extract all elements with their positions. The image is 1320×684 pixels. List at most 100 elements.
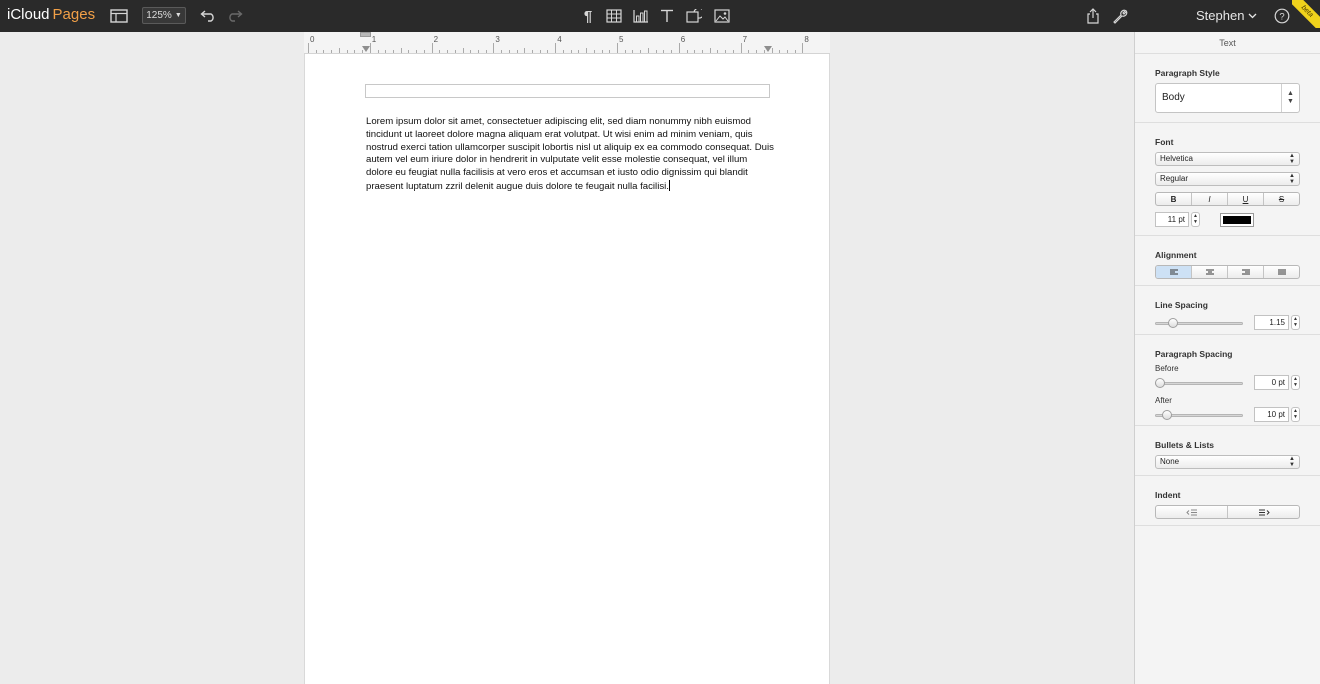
ruler-tick — [408, 50, 410, 53]
paragraph-style-select[interactable]: Body ▲ ▼ — [1155, 83, 1300, 113]
body-paragraph[interactable]: Lorem ipsum dolor sit amet, consectetuer… — [366, 116, 774, 192]
chart-icon[interactable] — [630, 5, 652, 27]
strikethrough-button[interactable]: S — [1264, 193, 1299, 205]
decrease-indent-button[interactable] — [1156, 506, 1228, 518]
paragraph-spacing-label: Paragraph Spacing — [1155, 349, 1233, 359]
align-left-button[interactable] — [1156, 266, 1192, 278]
bullets-section: Bullets & Lists None ▲ ▼ — [1135, 426, 1320, 476]
spacing-before-stepper[interactable]: ▲ ▼ — [1291, 375, 1300, 390]
font-size-stepper[interactable]: ▲ ▼ — [1191, 212, 1200, 227]
pilcrow-icon[interactable]: ¶ — [577, 5, 599, 27]
up-down-arrows-icon: ▲ ▼ — [1289, 456, 1295, 468]
table-icon[interactable] — [603, 5, 625, 27]
ruler[interactable]: 0 1 2 3 4 5 6 7 8 — [304, 32, 830, 54]
spacing-after-stepper[interactable]: ▲ ▼ — [1291, 407, 1300, 422]
ruler-tick — [524, 48, 526, 53]
share-icon[interactable] — [1082, 5, 1104, 27]
text-color-swatch — [1223, 215, 1251, 224]
ruler-tick — [369, 43, 371, 53]
bullets-select[interactable]: None ▲ ▼ — [1155, 455, 1300, 469]
text-color-well[interactable] — [1220, 212, 1254, 227]
sidebar-view-icon[interactable] — [108, 5, 130, 27]
ruler-tick — [470, 50, 472, 53]
font-family-select[interactable]: Helvetica ▲ ▼ — [1155, 152, 1300, 166]
line-spacing-stepper[interactable]: ▲ ▼ — [1291, 315, 1300, 330]
toolbar: iCloud Pages 125% ▼ ¶ Stephen ? beta — [0, 0, 1320, 32]
ruler-tick — [423, 50, 425, 53]
ruler-tick — [601, 50, 603, 53]
ruler-tick — [578, 50, 580, 53]
ruler-tick — [678, 43, 680, 53]
spacing-before-slider[interactable] — [1155, 377, 1243, 389]
bold-button[interactable]: B — [1156, 193, 1192, 205]
image-icon[interactable] — [711, 5, 733, 27]
shape-icon[interactable] — [683, 5, 705, 27]
line-spacing-section: Line Spacing 1.15 ▲ ▼ — [1135, 286, 1320, 335]
user-menu[interactable]: Stephen — [1196, 8, 1257, 23]
ruler-tick — [501, 50, 503, 53]
app-brand: iCloud Pages — [7, 6, 95, 23]
sidebar-title: Text — [1135, 32, 1320, 54]
italic-button[interactable]: I — [1192, 193, 1228, 205]
ruler-number: 2 — [433, 35, 439, 44]
increase-indent-button[interactable] — [1228, 506, 1299, 518]
ruler-tick — [786, 50, 788, 53]
align-center-button[interactable] — [1192, 266, 1228, 278]
ruler-tick — [416, 50, 418, 53]
ruler-tick — [570, 50, 572, 53]
underline-button[interactable]: U — [1228, 193, 1264, 205]
ruler-tick — [617, 43, 618, 53]
spacing-after-field[interactable]: 10 pt — [1254, 407, 1289, 422]
up-down-arrows-icon: ▲ ▼ — [1281, 84, 1299, 112]
zoom-value: 125% — [146, 10, 172, 21]
text-box-icon[interactable] — [656, 5, 678, 27]
body-text[interactable]: Lorem ipsum dolor sit amet, consectetuer… — [366, 116, 776, 194]
redo-icon[interactable] — [224, 5, 246, 27]
undo-icon[interactable] — [197, 5, 219, 27]
align-justify-button[interactable] — [1264, 266, 1299, 278]
ruler-tick — [315, 50, 317, 53]
spacing-before-field[interactable]: 0 pt — [1254, 375, 1289, 390]
ruler-tick — [331, 50, 333, 53]
ruler-tick — [447, 50, 449, 53]
ruler-tick — [717, 50, 719, 53]
ruler-tick — [454, 50, 456, 53]
ruler-tick — [794, 50, 796, 53]
ruler-tick — [647, 48, 649, 53]
ruler-tick — [624, 50, 626, 53]
slider-track — [1155, 381, 1243, 385]
ruler-tick — [740, 43, 742, 53]
slider-knob[interactable] — [1168, 317, 1178, 328]
align-right-button[interactable] — [1228, 266, 1264, 278]
first-line-indent-marker[interactable] — [360, 32, 371, 37]
font-size-field[interactable]: 11 pt — [1155, 212, 1189, 227]
paragraph-spacing-section: Paragraph Spacing Before 0 pt ▲ ▼ After 1… — [1135, 335, 1320, 426]
line-spacing-slider[interactable] — [1155, 317, 1243, 329]
paragraph-style-section: Paragraph Style Body ▲ ▼ — [1135, 54, 1320, 123]
ruler-tick — [555, 43, 557, 53]
svg-text:?: ? — [1279, 12, 1284, 23]
font-typeface-select[interactable]: Regular ▲ ▼ — [1155, 172, 1300, 186]
chevron-down-icon: ▼ — [174, 12, 182, 19]
ruler-tick — [748, 50, 750, 53]
slider-knob[interactable] — [1162, 409, 1172, 420]
ruler-tick — [763, 50, 765, 53]
ruler-tick — [532, 50, 534, 53]
spacing-after-slider[interactable] — [1155, 409, 1243, 421]
indent-label: Indent — [1155, 490, 1181, 500]
wrench-icon[interactable] — [1109, 5, 1131, 27]
paragraph-style-label: Paragraph Style — [1155, 68, 1220, 78]
slider-knob[interactable] — [1155, 377, 1165, 388]
header-field[interactable] — [365, 84, 770, 98]
left-indent-marker[interactable] — [362, 46, 370, 52]
increase-indent-icon — [1258, 509, 1270, 515]
zoom-select[interactable]: 125% ▼ — [142, 7, 186, 24]
ruler-tick — [562, 50, 564, 53]
ruler-number: 7 — [742, 35, 748, 44]
document-page[interactable]: Lorem ipsum dolor sit amet, consectetuer… — [304, 54, 830, 684]
ruler-tick — [802, 43, 804, 53]
font-section: Font Helvetica ▲ ▼ Regular ▲ ▼ B I U S 11 … — [1135, 123, 1320, 236]
ruler-number: 1 — [371, 35, 377, 44]
help-icon[interactable]: ? — [1271, 5, 1293, 27]
line-spacing-field[interactable]: 1.15 — [1254, 315, 1289, 330]
